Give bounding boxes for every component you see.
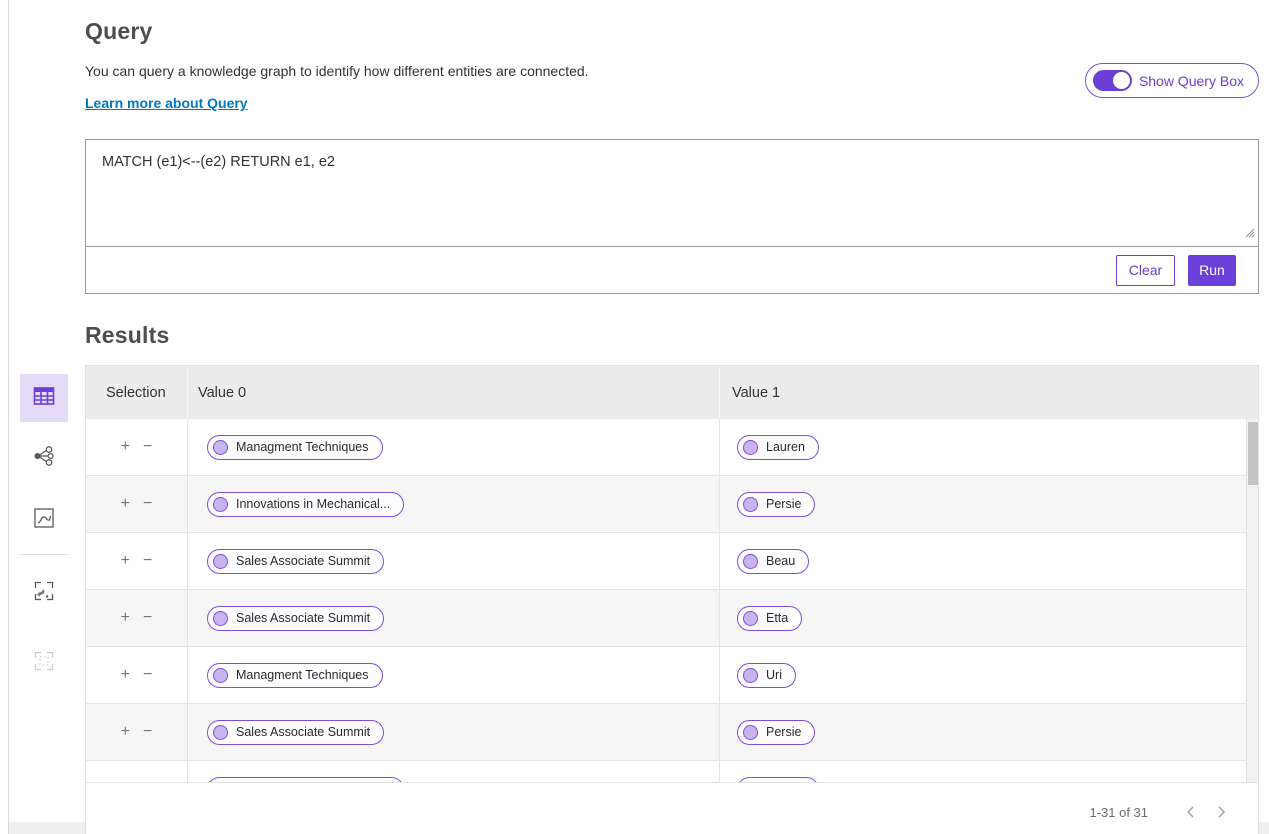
entity-pill[interactable]: Innovations in Mechanical... (207, 777, 404, 783)
toggle-switch-icon[interactable] (1093, 70, 1132, 91)
entity-pill[interactable]: Etta (737, 606, 802, 631)
table-row: + − Managment Techniques Lauren (86, 419, 1258, 476)
remove-from-selection-button[interactable]: − (143, 439, 152, 455)
column-header-selection: Selection (86, 385, 187, 401)
sidebar-item-table-view[interactable] (20, 374, 68, 422)
add-to-selection-button[interactable]: + (121, 667, 130, 683)
entity-pill[interactable]: Innovations in Mechanical... (207, 492, 404, 517)
entity-pill[interactable]: Beau (737, 549, 809, 574)
sidebar-item-map-view[interactable] (20, 569, 68, 617)
sidebar-item-chart-view[interactable] (20, 496, 68, 544)
layout-icon (33, 650, 55, 677)
remove-from-selection-button[interactable]: − (143, 667, 152, 683)
pagination-bar: 1-31 of 31 (86, 782, 1258, 834)
entity-icon (213, 782, 228, 783)
entity-pill[interactable]: Managment Techniques (207, 435, 383, 460)
add-to-selection-button[interactable]: + (121, 439, 130, 455)
resize-grip-icon[interactable] (1243, 225, 1255, 243)
table-header: Selection Value 0 Value 1 (86, 366, 1258, 419)
table-icon (33, 385, 55, 412)
query-input[interactable]: MATCH (e1)<--(e2) RETURN e1, e2 (86, 140, 1258, 246)
add-to-selection-button[interactable]: + (121, 781, 130, 782)
page-title: Query (85, 18, 1259, 45)
remove-from-selection-button[interactable]: − (143, 553, 152, 569)
add-to-selection-button[interactable]: + (121, 724, 130, 740)
entity-icon (213, 725, 228, 740)
table-row: + − Sales Associate Summit Persie (86, 704, 1258, 761)
entity-pill[interactable]: Sales Associate Summit (207, 606, 384, 631)
entity-pill[interactable]: Persie (737, 492, 815, 517)
add-to-selection-button[interactable]: + (121, 553, 130, 569)
table-scrollbar[interactable] (1246, 419, 1258, 782)
scrollbar-thumb[interactable] (1248, 422, 1258, 485)
entity-icon (213, 440, 228, 455)
add-to-selection-button[interactable]: + (121, 610, 130, 626)
entity-pill[interactable]: Sales Associate Summit (207, 720, 384, 745)
table-body: + − Managment Techniques Lauren + − Inno… (86, 419, 1258, 782)
entity-icon (743, 440, 758, 455)
learn-more-link[interactable]: Learn more about Query (85, 95, 248, 111)
link-chart-icon (32, 444, 56, 473)
entity-pill[interactable]: Uri (737, 663, 796, 688)
remove-from-selection-button[interactable]: − (143, 781, 152, 782)
results-table-card: Selection Value 0 Value 1 + − Managment … (85, 365, 1259, 834)
clear-button[interactable]: Clear (1116, 255, 1175, 286)
table-row: + − Innovations in Mechanical... Persie (86, 476, 1258, 533)
entity-icon (743, 668, 758, 683)
query-page: Query Show Query Box You can query a kno… (0, 0, 1269, 834)
entity-pill[interactable]: Sales Associate Summit (207, 549, 384, 574)
entity-pill[interactable]: Managment Techniques (207, 663, 383, 688)
main-content: Query Show Query Box You can query a kno… (85, 0, 1259, 834)
entity-icon (213, 668, 228, 683)
table-row: + − Managment Techniques Uri (86, 647, 1258, 704)
entity-icon (213, 611, 228, 626)
table-row: + − Innovations in Mechanical... Lauren (86, 761, 1258, 782)
sidebar-item-layout-view[interactable] (20, 639, 68, 687)
entity-icon (743, 497, 758, 512)
entity-pill[interactable]: Lauren (737, 435, 819, 460)
chart-icon (33, 507, 55, 534)
entity-icon (743, 611, 758, 626)
page-description: You can query a knowledge graph to ident… (85, 63, 1259, 79)
entity-icon (213, 554, 228, 569)
remove-from-selection-button[interactable]: − (143, 610, 152, 626)
next-page-button[interactable] (1206, 797, 1236, 827)
remove-from-selection-button[interactable]: − (143, 724, 152, 740)
column-header-value0: Value 0 (187, 366, 719, 419)
query-footer: Clear Run (86, 246, 1258, 293)
pagination-range-label: 1-31 of 31 (1089, 805, 1148, 820)
results-title: Results (85, 322, 1259, 349)
show-query-box-toggle[interactable]: Show Query Box (1085, 63, 1259, 98)
table-row: + − Sales Associate Summit Beau (86, 533, 1258, 590)
panel-divider (8, 0, 9, 834)
map-icon (33, 580, 55, 607)
previous-page-button[interactable] (1176, 797, 1206, 827)
run-button[interactable]: Run (1188, 255, 1236, 286)
entity-pill[interactable]: Persie (737, 720, 815, 745)
table-row: + − Sales Associate Summit Etta (86, 590, 1258, 647)
entity-icon (743, 782, 758, 783)
remove-from-selection-button[interactable]: − (143, 496, 152, 512)
entity-icon (743, 554, 758, 569)
entity-icon (213, 497, 228, 512)
entity-icon (743, 725, 758, 740)
query-box: MATCH (e1)<--(e2) RETURN e1, e2 Clear Ru… (85, 139, 1259, 294)
view-switcher-rail (20, 374, 68, 687)
sidebar-item-link-chart-view[interactable] (20, 434, 68, 482)
rail-separator (20, 554, 68, 555)
add-to-selection-button[interactable]: + (121, 496, 130, 512)
column-header-value1: Value 1 (719, 366, 1258, 419)
entity-pill[interactable]: Lauren (737, 777, 819, 783)
toggle-label: Show Query Box (1139, 73, 1244, 89)
